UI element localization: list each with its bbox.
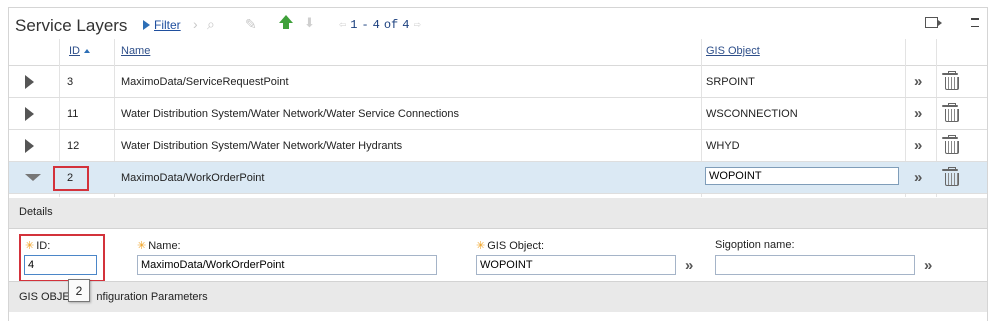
- sort-ascending-icon: [84, 49, 90, 54]
- sigoption-field-label: Sigoption name:: [715, 239, 795, 251]
- table-header: ID Name GIS Object: [9, 39, 987, 66]
- gis-object-label-text: GIS Object:: [487, 240, 545, 252]
- delete-icon[interactable]: [942, 103, 959, 122]
- pagination: ⇦ 1 - 4 of 4 ⇨: [339, 17, 421, 33]
- name-field[interactable]: [137, 255, 437, 275]
- select-value-icon[interactable]: »: [914, 169, 923, 186]
- tooltip: 2: [68, 279, 90, 302]
- gis-config-label: GIS OBJECT nfiguration Parameters: [19, 291, 208, 303]
- row-name: MaximoData/ServiceRequestPoint: [121, 76, 289, 88]
- select-value-icon[interactable]: »: [914, 137, 923, 154]
- delete-icon[interactable]: [942, 71, 959, 90]
- name-label-text: Name:: [148, 240, 181, 252]
- column-header-name[interactable]: Name: [121, 45, 150, 57]
- row-gis-object: WSCONNECTION: [706, 108, 798, 120]
- move-down-icon: ⬇: [304, 15, 315, 30]
- clear-icon: ✎: [245, 16, 257, 32]
- select-value-icon[interactable]: »: [914, 73, 923, 90]
- row-id: 3: [67, 76, 74, 88]
- page-title: Service Layers: [15, 16, 128, 35]
- row-name: Water Distribution System/Water Network/…: [121, 108, 460, 120]
- collapse-icon[interactable]: [971, 18, 979, 27]
- row-gis-object: SRPOINT: [706, 76, 755, 88]
- column-header-id[interactable]: ID: [69, 45, 90, 57]
- export-icon[interactable]: [925, 17, 942, 28]
- select-value-icon[interactable]: »: [685, 257, 694, 274]
- service-layers-panel: Service Layers Filter › ⌕ ✎ ⬇ ⇦ 1 - 4 of…: [8, 7, 988, 321]
- filter-label: Filter: [154, 18, 181, 32]
- table-row[interactable]: 12 Water Distribution System/Water Netwo…: [9, 130, 987, 162]
- table-row[interactable]: 3 MaximoData/ServiceRequestPoint SRPOINT…: [9, 66, 987, 98]
- sigoption-field[interactable]: [715, 255, 915, 275]
- table-row-selected[interactable]: 2 MaximoData/WorkOrderPoint »: [9, 162, 987, 194]
- filter-icon: [143, 20, 150, 30]
- column-header-id-label: ID: [69, 45, 80, 57]
- move-up-icon[interactable]: [279, 15, 293, 29]
- row-name: Water Distribution System/Water Network/…: [121, 140, 403, 152]
- delete-icon[interactable]: [942, 135, 959, 154]
- expand-row-icon[interactable]: [25, 139, 34, 153]
- collapse-row-icon[interactable]: [25, 174, 41, 181]
- gis-config-label-right: nfiguration Parameters: [96, 291, 208, 303]
- gis-object-field-label: ✳ GIS Object:: [476, 239, 544, 252]
- details-label: Details: [19, 206, 53, 218]
- next-icon: ›: [193, 16, 198, 32]
- column-header-gis-object[interactable]: GIS Object: [706, 45, 760, 57]
- row-gis-object: WHYD: [706, 140, 740, 152]
- select-value-icon[interactable]: »: [924, 257, 933, 274]
- name-field-label: ✳ Name:: [137, 239, 181, 252]
- table-toolbar: Service Layers Filter › ⌕ ✎ ⬇ ⇦ 1 - 4 of…: [9, 8, 987, 39]
- gis-config-section-header: GIS OBJECT nfiguration Parameters: [9, 281, 987, 312]
- pager-of: of: [383, 17, 399, 32]
- expand-row-icon[interactable]: [25, 75, 34, 89]
- select-value-icon[interactable]: »: [914, 105, 923, 122]
- search-icon: ⌕: [207, 16, 215, 32]
- pager-total: 4: [402, 17, 410, 32]
- pager-start: 1: [350, 17, 358, 32]
- highlight-box-row-id: [53, 166, 89, 191]
- next-page-icon: ⇨: [413, 18, 421, 32]
- highlight-box-id-field: [19, 234, 105, 282]
- gis-object-input[interactable]: [705, 167, 899, 185]
- row-id: 11: [67, 108, 79, 120]
- details-section-header: Details: [9, 198, 987, 229]
- filter-button[interactable]: Filter: [143, 18, 181, 32]
- table-row[interactable]: 11 Water Distribution System/Water Netwo…: [9, 98, 987, 130]
- prev-page-icon: ⇦: [339, 18, 347, 32]
- required-icon: ✳: [476, 240, 486, 252]
- row-id: 12: [67, 140, 80, 152]
- pager-sep: -: [361, 17, 369, 32]
- required-icon: ✳: [137, 240, 147, 252]
- details-form: ✳ID: ✳Name: ✳GIS Object: » Sigoption nam…: [9, 229, 987, 281]
- pager-end: 4: [372, 17, 380, 32]
- gis-object-field[interactable]: [476, 255, 676, 275]
- delete-icon[interactable]: [942, 167, 959, 186]
- expand-row-icon[interactable]: [25, 107, 34, 121]
- row-name: MaximoData/WorkOrderPoint: [121, 172, 265, 184]
